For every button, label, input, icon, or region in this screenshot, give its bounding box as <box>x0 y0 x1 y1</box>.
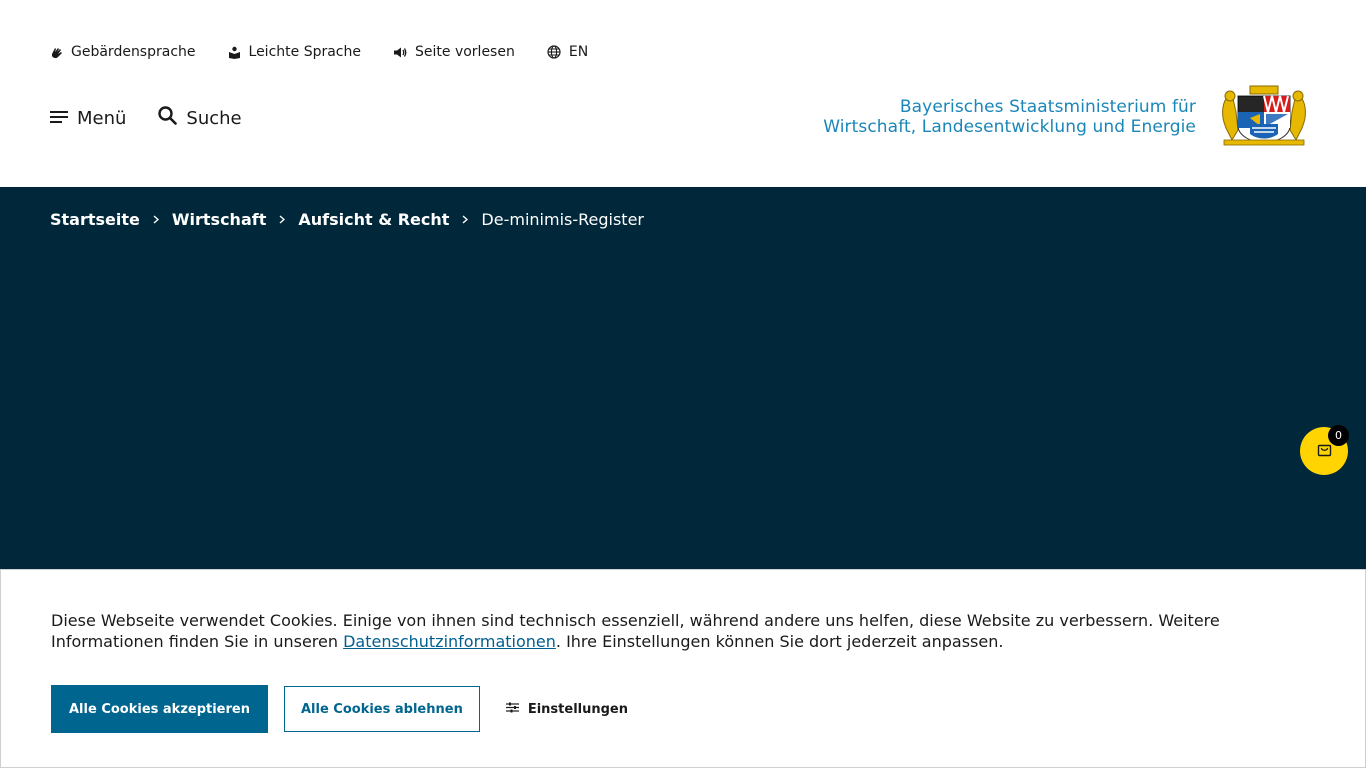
cart-button[interactable]: 0 <box>1300 425 1349 475</box>
search-icon <box>158 106 178 130</box>
globe-icon <box>547 45 561 59</box>
main-nav: Menü Suche <box>50 104 242 132</box>
search-button[interactable]: Suche <box>158 106 242 130</box>
breadcrumb-aufsicht-recht[interactable]: Aufsicht & Recht <box>298 210 449 229</box>
menu-button[interactable]: Menü <box>50 108 126 129</box>
menu-label: Menü <box>77 107 127 129</box>
easy-language-link[interactable]: Leichte Sprache <box>228 44 361 60</box>
language-switch[interactable]: EN <box>547 44 588 60</box>
coat-of-arms-logo <box>1214 84 1314 150</box>
chevron-right-icon <box>153 215 159 224</box>
page-hero: Startseite Wirtschaft Aufsicht & Recht D… <box>0 187 1366 569</box>
reject-all-cookies-button[interactable]: Alle Cookies ablehnen <box>283 686 480 732</box>
cookie-settings-label: Einstellungen <box>527 701 628 717</box>
search-label: Suche <box>186 107 242 129</box>
cart-count-badge: 0 <box>1328 425 1349 446</box>
chevron-right-icon <box>462 215 469 224</box>
ministry-name-line2: Wirtschaft, Landesentwicklung und Energi… <box>823 117 1196 137</box>
language-label: EN <box>568 44 589 60</box>
sign-language-label: Gebärdensprache <box>71 44 196 60</box>
breadcrumb-wirtschaft[interactable]: Wirtschaft <box>172 210 266 229</box>
breadcrumb-current: De-minimis-Register <box>481 210 644 229</box>
ministry-brand[interactable]: Bayerisches Staatsministerium für Wirtsc… <box>823 84 1314 150</box>
sign-language-link[interactable]: Gebärdensprache <box>50 44 196 60</box>
chevron-right-icon <box>279 215 286 224</box>
breadcrumb-home[interactable]: Startseite <box>50 210 140 229</box>
shopping-bag-icon <box>1317 442 1332 461</box>
read-aloud-link[interactable]: Seite vorlesen <box>393 44 515 60</box>
ministry-name-line1: Bayerisches Staatsministerium für <box>899 97 1196 117</box>
cookie-banner: Diese Webseite verwendet Cookies. Einige… <box>0 569 1366 768</box>
breadcrumb: Startseite Wirtschaft Aufsicht & Recht D… <box>50 210 644 229</box>
cookie-notice-text: Diese Webseite verwendet Cookies. Einige… <box>51 610 1281 652</box>
cookie-settings-button[interactable]: Einstellungen <box>505 701 628 717</box>
ministry-name: Bayerisches Staatsministerium für Wirtsc… <box>823 97 1196 137</box>
easy-language-icon <box>228 46 241 59</box>
cookie-actions: Alle Cookies akzeptieren Alle Cookies ab… <box>51 685 628 733</box>
hamburger-icon <box>50 108 68 129</box>
sign-language-icon <box>50 46 63 59</box>
utility-nav: Gebärdensprache Leichte Sprache Seite vo… <box>50 40 588 64</box>
sliders-icon <box>505 702 519 717</box>
read-aloud-label: Seite vorlesen <box>415 44 515 60</box>
accept-all-cookies-button[interactable]: Alle Cookies akzeptieren <box>51 685 268 733</box>
speaker-icon <box>393 46 407 59</box>
cookie-text-outro: . Ihre Einstellungen können Sie dort jed… <box>555 632 1004 651</box>
privacy-link[interactable]: Datenschutzinformationen <box>343 632 556 651</box>
easy-language-label: Leichte Sprache <box>248 44 361 60</box>
